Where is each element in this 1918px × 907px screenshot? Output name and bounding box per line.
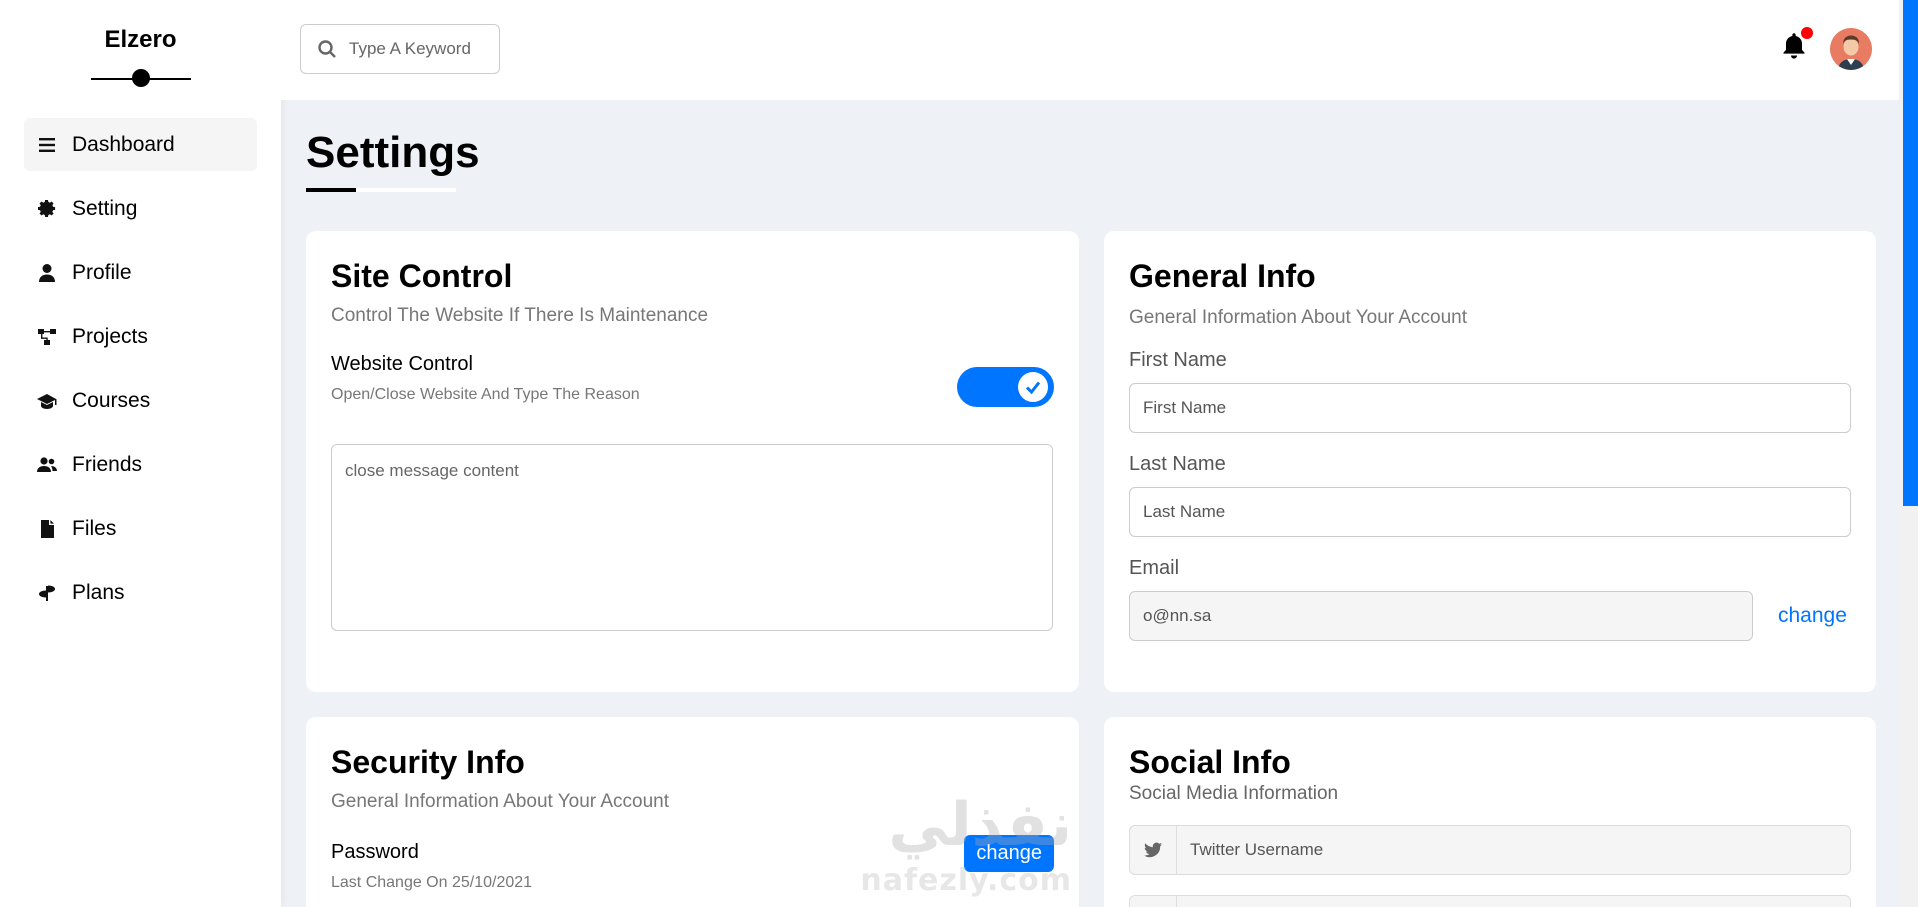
sidebar-item-label: Courses — [72, 388, 151, 412]
first-name-label: First Name — [1129, 349, 1227, 371]
card-title: Security Info — [331, 744, 525, 780]
card-title: Social Info — [1129, 744, 1291, 780]
check-icon — [1025, 381, 1041, 395]
card-description: Social Media Information — [1129, 783, 1339, 804]
first-name-field[interactable] — [1129, 383, 1851, 433]
website-control-label: Website Control — [331, 353, 473, 375]
brand-divider — [91, 69, 191, 87]
sidebar-item-projects[interactable]: Projects — [24, 310, 257, 363]
avatar[interactable] — [1830, 28, 1872, 70]
last-name-label: Last Name — [1129, 453, 1226, 475]
general-info-card: General Info General Information About Y… — [1104, 231, 1876, 692]
sidebar-nav: Dashboard Setting Profile Projects Cours… — [24, 118, 257, 630]
card-description: Control The Website If There Is Maintena… — [331, 305, 709, 326]
sidebar-item-label: Friends — [72, 452, 143, 476]
scrollbar-thumb[interactable] — [1903, 0, 1918, 506]
email-row: change — [1129, 591, 1851, 641]
menu-icon — [36, 134, 58, 156]
twitter-icon — [1130, 826, 1177, 874]
sidebar-item-label: Plans — [72, 580, 125, 604]
sidebar-item-plans[interactable]: Plans — [24, 566, 257, 619]
sidebar: Elzero Dashboard Setting Profile Project… — [0, 0, 281, 907]
card-title: Site Control — [331, 258, 513, 294]
password-label: Password — [331, 841, 419, 863]
search-box[interactable] — [300, 24, 500, 74]
user-icon — [36, 262, 58, 284]
notifications-button[interactable] — [1781, 27, 1813, 62]
brand-logo[interactable]: Elzero — [0, 26, 281, 54]
password-row: Password Last Change On 25/10/2021 chang… — [331, 835, 1054, 892]
sidebar-item-courses[interactable]: Courses — [24, 374, 257, 427]
search-icon — [318, 40, 336, 58]
social-row — [1129, 895, 1851, 907]
social-info-card: Social Info Social Media Information — [1104, 717, 1876, 907]
card-title: General Info — [1129, 258, 1316, 294]
site-control-card: Site Control Control The Website If Ther… — [306, 231, 1079, 692]
last-name-field[interactable] — [1129, 487, 1851, 537]
page-title: Settings — [306, 128, 480, 177]
website-control-subtext: Open/Close Website And Type The Reason — [331, 386, 640, 403]
sidebar-item-label: Profile — [72, 260, 132, 284]
notification-badge — [1801, 27, 1813, 39]
sidebar-item-files[interactable]: Files — [24, 502, 257, 555]
website-control-row: Website Control Open/Close Website And T… — [331, 353, 1054, 407]
close-message-textarea[interactable] — [331, 444, 1053, 631]
twitter-username-input[interactable] — [1177, 826, 1850, 874]
diagram-icon — [36, 326, 58, 348]
sidebar-item-label: Files — [72, 516, 117, 540]
security-info-card: Security Info General Information About … — [306, 717, 1079, 907]
sidebar-item-label: Projects — [72, 324, 148, 348]
sidebar-item-dashboard[interactable]: Dashboard — [24, 118, 257, 171]
file-icon — [36, 518, 58, 540]
password-change-button[interactable]: change — [964, 835, 1054, 872]
top-bar — [281, 0, 1899, 100]
sidebar-item-profile[interactable]: Profile — [24, 246, 257, 299]
toggle-knob — [1018, 372, 1048, 402]
twitter-row — [1129, 825, 1851, 875]
password-last-change: Last Change On 25/10/2021 — [331, 874, 533, 891]
route-icon — [36, 582, 58, 604]
email-change-link[interactable]: change — [1778, 604, 1847, 628]
page-title-underline — [306, 188, 456, 192]
social-username-input[interactable] — [1177, 896, 1850, 907]
gear-icon — [36, 198, 58, 220]
sidebar-item-friends[interactable]: Friends — [24, 438, 257, 491]
email-field — [1129, 591, 1753, 641]
email-label: Email — [1129, 557, 1180, 579]
sidebar-item-setting[interactable]: Setting — [24, 182, 257, 235]
website-control-toggle[interactable] — [957, 367, 1054, 407]
card-description: General Information About Your Account — [1129, 307, 1468, 328]
card-description: General Information About Your Account — [331, 791, 670, 812]
sidebar-item-label: Dashboard — [72, 132, 175, 156]
users-icon — [36, 454, 58, 476]
graduation-cap-icon — [36, 390, 58, 412]
social-icon — [1130, 896, 1177, 907]
search-input[interactable] — [349, 39, 479, 59]
sidebar-item-label: Setting — [72, 196, 138, 220]
